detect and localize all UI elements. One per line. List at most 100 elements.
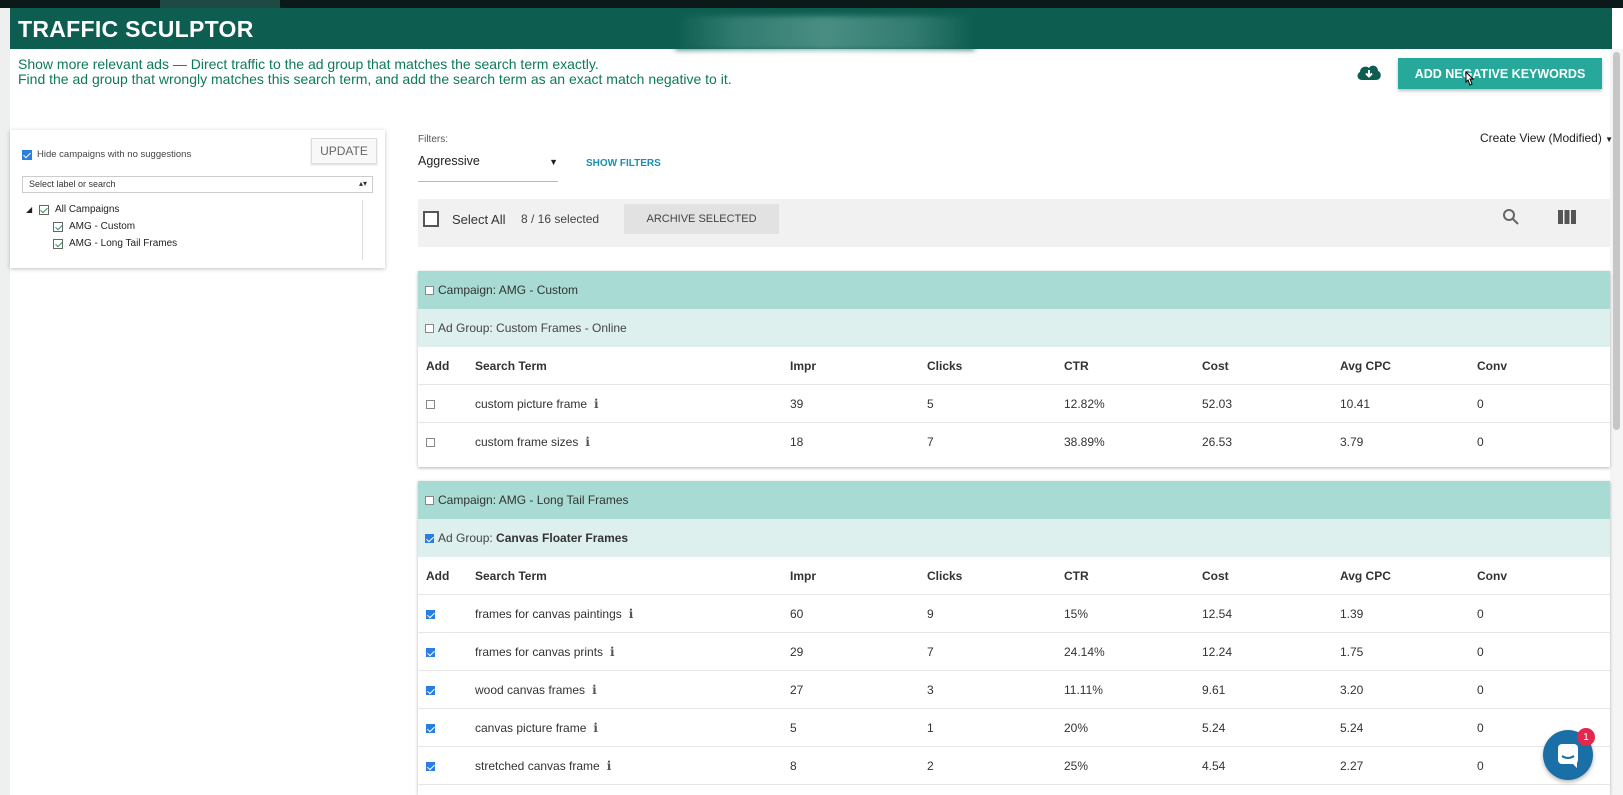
search-term: wood canvas frames	[475, 683, 586, 697]
col-avg-cpc[interactable]: Avg CPC	[1340, 569, 1391, 583]
page-scrollbar-thumb[interactable]	[1613, 52, 1620, 430]
ad-group-name: Custom Frames - Online	[496, 321, 627, 335]
col-conv[interactable]: Conv	[1477, 359, 1507, 373]
info-icon[interactable]: i	[607, 759, 612, 773]
ad-group-checkbox[interactable]	[425, 534, 434, 543]
search-term: frames for canvas prints	[475, 645, 604, 659]
info-icon[interactable]: i	[629, 607, 634, 621]
tree-checkbox[interactable]	[53, 238, 63, 249]
clicks-value: 7	[927, 435, 934, 449]
columns-icon[interactable]	[1558, 210, 1576, 224]
avg-cpc-value: 2.27	[1340, 759, 1364, 773]
col-impr[interactable]: Impr	[790, 359, 816, 373]
clicks-value: 9	[927, 607, 934, 621]
hide-campaigns-checkbox[interactable]	[22, 149, 32, 160]
info-icon[interactable]: i	[592, 683, 597, 697]
avg-cpc-value: 1.39	[1340, 607, 1364, 621]
select-arrows-icon: ▴▾	[358, 179, 367, 188]
info-icon[interactable]: i	[593, 721, 598, 735]
conv-value: 0	[1477, 759, 1484, 773]
select-all-checkbox[interactable]	[423, 211, 439, 227]
row-add-checkbox[interactable]	[426, 438, 435, 447]
ctr-value: 24.14%	[1064, 645, 1105, 659]
ctr-value: 11.11%	[1064, 683, 1103, 697]
clicks-value: 2	[927, 759, 934, 773]
col-avg-cpc[interactable]: Avg CPC	[1340, 359, 1391, 373]
campaign-checkbox[interactable]	[425, 286, 434, 295]
col-conv[interactable]: Conv	[1477, 569, 1507, 583]
table-header-row: Add Search Term Impr Clicks CTR Cost Avg…	[418, 347, 1610, 385]
tree-node-amg-custom[interactable]: AMG - Custom	[53, 221, 135, 232]
row-add-checkbox[interactable]	[426, 724, 435, 733]
row-add-checkbox[interactable]	[426, 762, 435, 771]
col-cost[interactable]: Cost	[1202, 569, 1229, 583]
search-icon[interactable]	[1502, 208, 1520, 226]
info-icon[interactable]: i	[594, 397, 599, 411]
col-impr[interactable]: Impr	[790, 569, 816, 583]
table-row: canvas picture frame i 5 1 20% 5.24 5.24 …	[418, 709, 1610, 747]
impr-value: 8	[790, 759, 797, 773]
tree-node-amg-long-tail[interactable]: AMG - Long Tail Frames	[53, 238, 177, 249]
hide-campaigns-option[interactable]: Hide campaigns with no suggestions	[22, 149, 191, 160]
show-filters-link[interactable]: SHOW FILTERS	[586, 158, 661, 169]
chat-notification-badge: 1	[1577, 728, 1595, 746]
search-term: frames for canvas paintings	[475, 607, 622, 621]
cost-value: 12.54	[1202, 607, 1233, 621]
campaign-name: Campaign: AMG - Custom	[438, 283, 579, 297]
cloud-download-icon[interactable]	[1356, 62, 1382, 82]
col-cost[interactable]: Cost	[1202, 359, 1229, 373]
hide-campaigns-label: Hide campaigns with no suggestions	[37, 149, 192, 160]
campaign-block-amg-custom: Campaign: AMG - Custom Ad Group: Custom …	[418, 271, 1610, 467]
browser-tab	[160, 0, 280, 8]
ad-group-checkbox[interactable]	[425, 324, 434, 333]
col-clicks[interactable]: Clicks	[927, 569, 962, 583]
tree-collapse-icon[interactable]: ◢	[26, 205, 32, 214]
row-add-checkbox[interactable]	[426, 686, 435, 695]
info-icon[interactable]: i	[610, 645, 615, 659]
filters-label: Filters:	[418, 134, 448, 145]
col-search-term[interactable]: Search Term	[475, 359, 547, 373]
ad-group-header: Ad Group: Custom Frames - Online	[418, 309, 1610, 347]
ctr-value: 15%	[1064, 607, 1089, 621]
info-icon[interactable]: i	[585, 435, 590, 449]
impr-value: 60	[790, 607, 804, 621]
conv-value: 0	[1477, 645, 1484, 659]
clicks-value: 5	[927, 397, 934, 411]
cost-value: 4.54	[1202, 759, 1226, 773]
conv-value: 0	[1477, 607, 1484, 621]
selected-count: 8 / 16 selected	[521, 212, 600, 226]
col-ctr[interactable]: CTR	[1064, 359, 1089, 373]
cost-value: 5.24	[1202, 721, 1226, 735]
row-add-checkbox[interactable]	[426, 400, 435, 409]
filter-level-select[interactable]: Aggressive ▼	[418, 147, 558, 182]
conv-value: 0	[1477, 397, 1484, 411]
mouse-cursor-icon	[1465, 71, 1475, 86]
col-clicks[interactable]: Clicks	[927, 359, 962, 373]
tree-node-label: AMG - Long Tail Frames	[69, 238, 178, 249]
select-all-label[interactable]: Select All	[452, 212, 505, 227]
clicks-value: 3	[927, 683, 934, 697]
row-add-checkbox[interactable]	[426, 648, 435, 657]
impr-value: 18	[790, 435, 804, 449]
ctr-value: 20%	[1064, 721, 1089, 735]
add-negative-keywords-button[interactable]: ADD NEGATIVE KEYWORDS	[1398, 58, 1602, 89]
tree-checkbox[interactable]	[53, 221, 63, 232]
label-search-select[interactable]: Select label or search ▴▾	[22, 176, 373, 193]
tree-scrollbar[interactable]	[362, 200, 374, 260]
table-row: wood canvas frames i 27 3 11.11% 9.61 3.2…	[418, 671, 1610, 709]
update-button[interactable]: UPDATE	[311, 138, 377, 164]
conv-value: 0	[1477, 435, 1484, 449]
cost-value: 9.61	[1202, 683, 1226, 697]
create-view-dropdown[interactable]: Create View (Modified) ▼	[1480, 131, 1613, 145]
col-ctr[interactable]: CTR	[1064, 569, 1089, 583]
tree-checkbox[interactable]	[38, 204, 49, 215]
campaign-checkbox[interactable]	[425, 496, 434, 505]
app-header: TRAFFIC SCULPTOR	[10, 8, 1612, 50]
tree-node-all-campaigns[interactable]: ◢ All Campaigns	[26, 204, 119, 215]
filter-level-value: Aggressive	[418, 154, 480, 168]
avg-cpc-value: 3.20	[1340, 683, 1364, 697]
col-search-term[interactable]: Search Term	[475, 569, 547, 583]
archive-selected-button[interactable]: ARCHIVE SELECTED	[624, 204, 779, 234]
row-add-checkbox[interactable]	[426, 610, 435, 619]
avg-cpc-value: 1.75	[1340, 645, 1364, 659]
